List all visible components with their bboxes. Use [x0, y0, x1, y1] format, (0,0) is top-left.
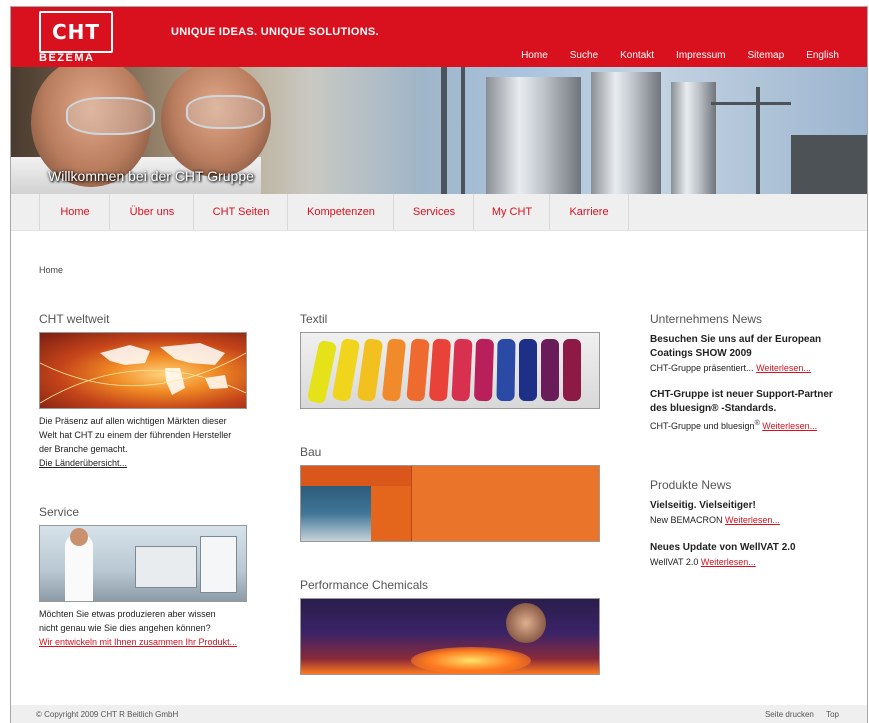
main-nav-services[interactable]: Services — [393, 194, 474, 230]
main-nav: Home Über uns CHT Seiten Kompetenzen Ser… — [11, 194, 867, 231]
news-title[interactable]: CHT-Gruppe ist neuer Support-Partner des… — [650, 388, 860, 416]
logo-subtitle: BEZEMA — [39, 52, 95, 64]
glow-shape — [411, 647, 531, 674]
weltweit-line: Welt hat CHT zu einem der führenden Hers… — [39, 430, 232, 440]
news-text: CHT-Gruppe präsentiert... Weiterlesen... — [650, 362, 850, 375]
main-nav-my-cht[interactable]: My CHT — [473, 194, 550, 230]
section-title-unternehmens-news: Unternehmens News — [650, 312, 763, 326]
pipe — [441, 67, 447, 194]
building — [791, 135, 867, 194]
news-text: WellVAT 2.0 Weiterlesen... — [650, 556, 850, 569]
safety-goggles — [66, 97, 155, 135]
scientist-silhouette — [506, 603, 546, 643]
service-text: Möchten Sie etwas produzieren aber wisse… — [39, 607, 259, 649]
site-footer: © Copyright 2009 CHT R Beitlich GmbH Sei… — [11, 705, 867, 723]
main-nav-kompetenzen[interactable]: Kompetenzen — [287, 194, 394, 230]
world-map-graphic — [40, 343, 246, 404]
lab-worker-head — [70, 528, 88, 546]
bau-image[interactable] — [300, 465, 600, 542]
top-nav: Home Suche Kontakt Impressum Sitemap Eng… — [499, 50, 839, 61]
tagline: UNIQUE IDEAS. UNIQUE SOLUTIONS. — [171, 26, 379, 38]
top-nav-home[interactable]: Home — [521, 50, 548, 61]
main-nav-ueber-uns[interactable]: Über uns — [109, 194, 194, 230]
service-line: nicht genau wie Sie dies angehen können? — [39, 623, 211, 633]
weiterlesen-link[interactable]: Weiterlesen... — [756, 363, 811, 373]
textil-image[interactable] — [300, 332, 600, 409]
pipe — [711, 102, 791, 105]
breadcrumb[interactable]: Home — [39, 265, 63, 275]
wall-panel — [411, 466, 599, 541]
textile-rolls-graphic — [307, 338, 581, 404]
service-lab-image[interactable] — [39, 525, 247, 602]
news-text: New BEMACRON Weiterlesen... — [650, 514, 850, 527]
storage-tank — [671, 82, 716, 194]
weltweit-line: Die Präsenz auf allen wichtigen Märkten … — [39, 416, 227, 426]
performance-chemicals-image[interactable] — [300, 598, 600, 675]
footer-links: Seite drucken Top — [755, 710, 839, 719]
weiterlesen-link[interactable]: Weiterlesen... — [762, 421, 817, 431]
news-title[interactable]: Besuchen Sie uns auf der European Coatin… — [650, 333, 850, 361]
top-nav-english[interactable]: English — [806, 50, 839, 61]
cht-logo[interactable]: CHT — [39, 11, 113, 53]
safety-goggles — [186, 95, 265, 129]
copyright-text: © Copyright 2009 CHT R Beitlich GmbH — [36, 710, 179, 719]
site-header: CHT BEZEMA UNIQUE IDEAS. UNIQUE SOLUTION… — [11, 7, 867, 67]
world-map-image[interactable] — [39, 332, 247, 409]
laenderuebersicht-link[interactable]: Die Länderübersicht... — [39, 458, 127, 468]
wall-panel — [301, 466, 411, 486]
section-title-produkte-news: Produkte News — [650, 478, 732, 492]
news-snippet: New BEMACRON — [650, 515, 723, 525]
logo-text: CHT — [51, 20, 101, 44]
weltweit-line: der Branche gemacht. — [39, 444, 128, 454]
news-title-line: Besuchen Sie uns auf der European — [650, 334, 822, 345]
pipe — [461, 67, 465, 194]
section-title-performance-chemicals: Performance Chemicals — [300, 578, 429, 592]
pipe — [756, 87, 760, 194]
hero-banner: Willkommen bei der CHT Gruppe — [11, 67, 867, 194]
main-nav-cht-seiten[interactable]: CHT Seiten — [193, 194, 288, 230]
lab-equipment — [200, 536, 237, 593]
news-snippet: WellVAT 2.0 — [650, 557, 699, 567]
lab-equipment — [135, 546, 197, 588]
section-title-bau: Bau — [300, 445, 322, 459]
news-text: CHT-Gruppe und bluesign® Weiterlesen... — [650, 417, 860, 433]
top-nav-kontakt[interactable]: Kontakt — [620, 50, 654, 61]
storage-tank — [591, 72, 661, 194]
section-title-textil: Textil — [300, 312, 328, 326]
news-title-line: Coatings SHOW 2009 — [650, 348, 752, 359]
top-nav-impressum[interactable]: Impressum — [676, 50, 725, 61]
main-nav-home[interactable]: Home — [39, 194, 110, 230]
news-title-line: CHT-Gruppe ist neuer Support-Partner — [650, 389, 833, 400]
hero-title: Willkommen bei der CHT Gruppe — [48, 168, 254, 184]
news-title[interactable]: Neues Update von WellVAT 2.0 — [650, 541, 850, 555]
top-nav-suche[interactable]: Suche — [570, 50, 598, 61]
news-snippet: CHT-Gruppe präsentiert... — [650, 363, 754, 373]
weiterlesen-link[interactable]: Weiterlesen... — [701, 557, 756, 567]
stairs-shape — [301, 486, 371, 541]
service-line: Möchten Sie etwas produzieren aber wisse… — [39, 609, 216, 619]
weltweit-text: Die Präsenz auf allen wichtigen Märkten … — [39, 414, 259, 470]
top-nav-sitemap[interactable]: Sitemap — [748, 50, 785, 61]
main-nav-karriere[interactable]: Karriere — [549, 194, 629, 230]
registered-mark: ® — [754, 420, 760, 427]
section-title-service: Service — [39, 505, 80, 519]
print-page-link[interactable]: Seite drucken — [765, 710, 814, 719]
produkt-link[interactable]: Wir entwickeln mit Ihnen zusammen Ihr Pr… — [39, 637, 237, 647]
weiterlesen-link[interactable]: Weiterlesen... — [725, 515, 780, 525]
news-title-line: des bluesign® -Standards. — [650, 403, 777, 414]
news-title[interactable]: Vielseitig. Vielseitiger! — [650, 499, 850, 513]
news-snippet: CHT-Gruppe und bluesign — [650, 421, 755, 431]
top-link[interactable]: Top — [826, 710, 839, 719]
section-title-cht-weltweit: CHT weltweit — [39, 312, 110, 326]
page-frame: CHT BEZEMA UNIQUE IDEAS. UNIQUE SOLUTION… — [10, 6, 868, 723]
storage-tank — [486, 77, 581, 194]
